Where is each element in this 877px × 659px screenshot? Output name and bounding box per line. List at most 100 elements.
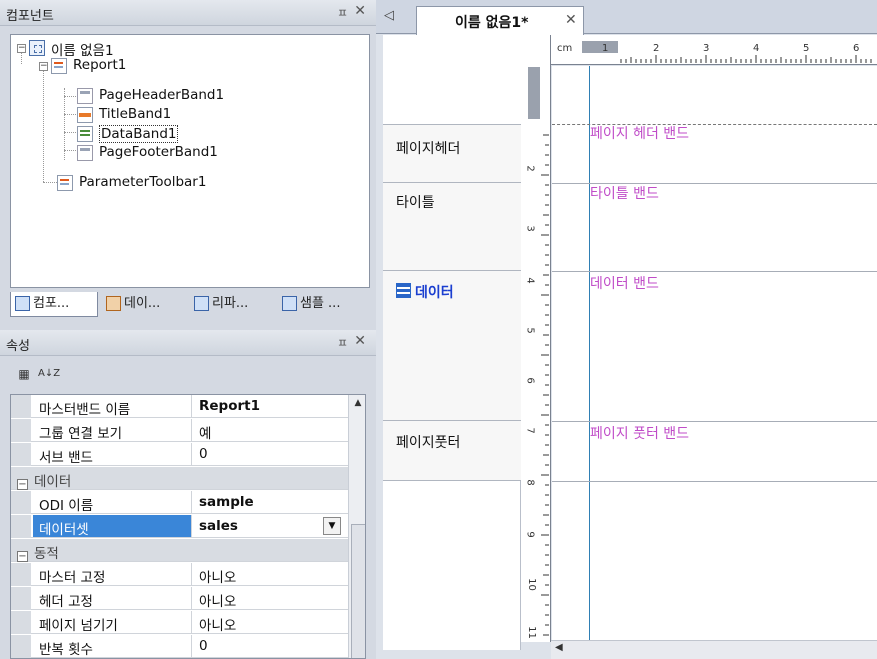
- scroll-up-icon[interactable]: ▲: [349, 395, 365, 411]
- page-footer-band-icon: [77, 145, 93, 161]
- left-dock: 컴포넌트 ㅍ ✕ − − 이름 없음1 Report1 PageHeaderBa…: [0, 0, 376, 659]
- left-panel-tabs: 컴포... 데이... 리파... 샘플 ...: [10, 292, 376, 320]
- data-band-icon: [77, 126, 93, 142]
- tree-connector: [64, 96, 78, 97]
- property-value[interactable]: 아니오: [199, 614, 236, 634]
- band-label-text: 데이터: [415, 285, 454, 301]
- property-value[interactable]: 예: [199, 422, 211, 442]
- tree-connector: [64, 150, 78, 151]
- band-separator: [552, 421, 877, 422]
- close-icon[interactable]: ✕: [354, 3, 366, 19]
- tab-scroll-left-icon[interactable]: ◁: [384, 8, 394, 23]
- band-separator: [552, 271, 877, 272]
- ruler-number: 8: [524, 479, 536, 486]
- ruler-number: 2: [524, 165, 536, 172]
- property-key: 마스터 고정: [39, 570, 106, 586]
- collapse-toggle[interactable]: −: [17, 44, 26, 53]
- property-row-selected[interactable]: 데이터셋 sales ▼: [11, 515, 348, 538]
- pin-icon[interactable]: ㅍ: [337, 334, 348, 351]
- document-tabs: ◁ 이름 없음1* ✕: [376, 0, 877, 35]
- parameter-toolbar-icon: [57, 175, 73, 191]
- ruler-number: 11: [525, 626, 537, 639]
- tree-connector: [64, 114, 78, 115]
- band-label-title[interactable]: 타이틀: [383, 183, 521, 271]
- categorized-view-icon[interactable]: ▦: [14, 364, 34, 384]
- ruler-number: 4: [753, 43, 760, 54]
- property-row[interactable]: 페이지 넘기기 아니오: [11, 611, 348, 634]
- property-category[interactable]: − 데이터: [11, 467, 348, 490]
- property-value[interactable]: sales: [199, 518, 238, 534]
- tree-item-label: ParameterToolbar1: [79, 174, 207, 190]
- data-band-text[interactable]: 데이터 밴드: [590, 273, 659, 293]
- page-footer-band-text[interactable]: 페이지 풋터 밴드: [590, 423, 689, 443]
- property-row[interactable]: 헤더 고정 아니오: [11, 587, 348, 610]
- designer-area: ◁ 이름 없음1* ✕ 페이지헤더 타이틀 데이터 페이지풋터 2 3 4 5 …: [376, 0, 877, 659]
- property-key: 마스터밴드 이름: [39, 402, 131, 418]
- close-icon[interactable]: ✕: [354, 333, 366, 349]
- tree-item-label: PageHeaderBand1: [99, 87, 225, 103]
- components-panel-header: 컴포넌트 ㅍ ✕: [0, 0, 376, 26]
- property-category[interactable]: − 동적: [11, 539, 348, 562]
- property-row[interactable]: 마스터밴드 이름 Report1: [11, 395, 348, 418]
- collapse-toggle[interactable]: −: [17, 479, 28, 490]
- sort-alpha-icon[interactable]: A↓Z: [38, 364, 60, 384]
- horizontal-scrollbar[interactable]: ◀: [551, 640, 877, 659]
- document-tab[interactable]: 이름 없음1* ✕: [416, 6, 584, 35]
- close-icon[interactable]: ✕: [565, 12, 577, 28]
- tree-item-label: PageFooterBand1: [99, 144, 218, 160]
- band-label-page-header[interactable]: 페이지헤더: [383, 125, 521, 183]
- data-tab-icon: [106, 296, 121, 311]
- pin-icon[interactable]: ㅍ: [337, 4, 348, 21]
- ruler-number: 4: [524, 277, 536, 284]
- scroll-thumb[interactable]: [351, 524, 365, 658]
- property-row[interactable]: 서브 밴드 0: [11, 443, 348, 466]
- scroll-left-icon[interactable]: ◀: [555, 642, 563, 653]
- ruler-number: 3: [524, 225, 536, 232]
- properties-panel-title: 속성: [6, 339, 30, 354]
- tab-label: 샘플 ...: [300, 296, 341, 311]
- title-band-text[interactable]: 타이틀 밴드: [590, 183, 659, 203]
- data-band-icon: [396, 283, 411, 298]
- property-value[interactable]: sample: [199, 494, 254, 510]
- property-value[interactable]: 아니오: [199, 566, 236, 586]
- band-label-text: 페이지풋터: [396, 435, 461, 451]
- document-tab-title: 이름 없음1*: [455, 15, 529, 31]
- property-value[interactable]: 0: [199, 638, 208, 654]
- tree-connector: [64, 132, 78, 133]
- samples-tab-icon: [282, 296, 297, 311]
- ruler-number: 1: [602, 43, 609, 54]
- property-value[interactable]: Report1: [199, 398, 260, 414]
- component-tree: − − 이름 없음1 Report1 PageHeaderBand1 Title…: [10, 34, 370, 288]
- property-scrollbar[interactable]: ▲: [348, 395, 365, 658]
- band-label-text: 타이틀: [396, 195, 435, 211]
- design-canvas[interactable]: 페이지 헤더 밴드 타이틀 밴드 데이터 밴드 페이지 풋터 밴드: [552, 66, 877, 640]
- page-header-band-text[interactable]: 페이지 헤더 밴드: [590, 123, 689, 143]
- dropdown-arrow-icon[interactable]: ▼: [323, 517, 341, 535]
- repository-tab-icon: [194, 296, 209, 311]
- tree-item-label: TitleBand1: [99, 106, 172, 122]
- property-row[interactable]: 마스터 고정 아니오: [11, 563, 348, 586]
- title-band-icon: [77, 107, 93, 123]
- property-value[interactable]: 0: [199, 446, 208, 462]
- tree-connector: [43, 70, 44, 182]
- property-row[interactable]: ODI 이름 sample: [11, 491, 348, 514]
- property-row[interactable]: 반복 횟수 0: [11, 635, 348, 658]
- band-label-data[interactable]: 데이터: [383, 271, 521, 421]
- tab-samples[interactable]: 샘플 ...: [278, 292, 368, 317]
- horizontal-ruler-ticks: [620, 55, 872, 63]
- ruler-number: 5: [803, 43, 810, 54]
- band-label-page-footer[interactable]: 페이지풋터: [383, 421, 521, 481]
- components-panel-title: 컴포넌트: [6, 9, 54, 24]
- property-row[interactable]: 그룹 연결 보기 예: [11, 419, 348, 442]
- tab-repository[interactable]: 리파...: [190, 292, 276, 317]
- collapse-toggle[interactable]: −: [39, 62, 48, 71]
- tab-components[interactable]: 컴포...: [10, 292, 98, 317]
- tab-data[interactable]: 데이...: [102, 292, 186, 317]
- ruler-number: 9: [524, 531, 536, 538]
- collapse-toggle[interactable]: −: [17, 551, 28, 562]
- property-value[interactable]: 아니오: [199, 590, 236, 610]
- tab-label: 데이...: [124, 296, 161, 311]
- vertical-ruler-ticks: [541, 134, 549, 636]
- ruler-number: 6: [853, 43, 860, 54]
- property-key: 헤더 고정: [39, 594, 93, 610]
